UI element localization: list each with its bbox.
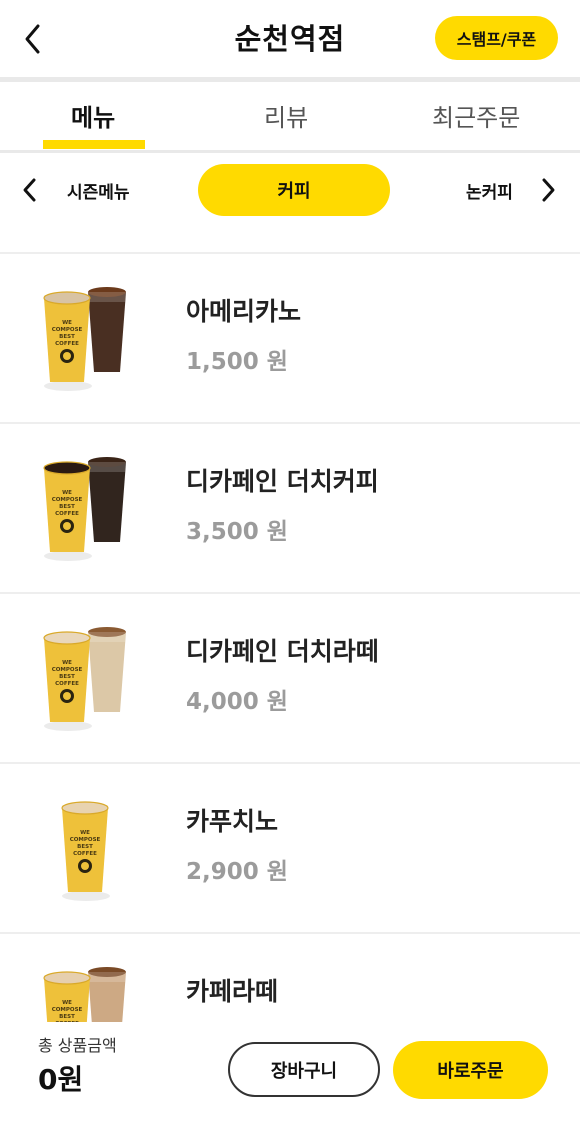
total-amount-label: 총 상품금액: [38, 1036, 117, 1055]
menu-item[interactable]: WE COMPOSE BEST COFFEE 디카페인 더치라떼 4,000 원: [0, 594, 580, 764]
svg-text:COFFEE: COFFEE: [55, 681, 79, 687]
cart-button[interactable]: 장바구니: [228, 1042, 380, 1097]
svg-text:WE: WE: [62, 1000, 72, 1006]
category-season-menu[interactable]: 시즌메뉴: [67, 178, 130, 203]
svg-text:BEST: BEST: [59, 334, 75, 340]
menu-item-name: 카페라떼: [186, 977, 279, 1006]
svg-text:COMPOSE: COMPOSE: [52, 497, 83, 503]
tab-recent-orders[interactable]: 최근주문: [432, 98, 520, 133]
coffee-cup-icon: WECOMPOSEBESTCOFFEE: [43, 457, 126, 561]
order-bar: 총 상품금액 0원 장바구니 바로주문: [0, 1022, 580, 1126]
menu-item-price: 2,900 원: [186, 859, 288, 885]
svg-text:WE: WE: [62, 490, 72, 496]
active-tab-indicator: [43, 140, 145, 149]
svg-text:WE: WE: [80, 830, 90, 836]
menu-item-name: 디카페인 더치라떼: [186, 637, 379, 666]
svg-text:WE: WE: [62, 320, 72, 326]
stamp-coupon-button[interactable]: 스탬프/쿠폰: [435, 16, 558, 60]
svg-text:COMPOSE: COMPOSE: [52, 327, 83, 333]
svg-text:COMPOSE: COMPOSE: [70, 837, 101, 843]
menu-item[interactable]: WE COMPOSE BEST COFFEE 카푸치노 2,900 원: [0, 764, 580, 934]
order-now-button[interactable]: 바로주문: [393, 1041, 548, 1099]
menu-item-image: WECOMPOSEBESTCOFFEE: [26, 444, 158, 572]
category-non-coffee[interactable]: 논커피: [466, 178, 513, 203]
menu-item-price: 4,000 원: [186, 689, 288, 715]
menu-item-price: 3,500 원: [186, 519, 288, 545]
chevron-right-icon: [542, 178, 555, 202]
svg-text:COMPOSE: COMPOSE: [52, 667, 83, 673]
category-next-button[interactable]: [538, 177, 558, 203]
svg-text:BEST: BEST: [59, 674, 75, 680]
menu-item-image: WECOMPOSEBESTCOFFEE: [26, 784, 158, 912]
tab-review[interactable]: 리뷰: [264, 98, 308, 133]
menu-item[interactable]: WE COMPOSE BEST COFFEE 디카페인 더치커피 3,500 원: [0, 424, 580, 594]
svg-text:BEST: BEST: [59, 504, 75, 510]
coffee-cup-icon: WECOMPOSEBESTCOFFEE: [43, 287, 126, 391]
coffee-cup-icon: WECOMPOSEBESTCOFFEE: [61, 801, 110, 901]
svg-text:COFFEE: COFFEE: [73, 851, 97, 857]
category-prev-button[interactable]: [20, 177, 40, 203]
menu-item-name: 아메리카노: [186, 297, 302, 326]
svg-text:BEST: BEST: [59, 1014, 75, 1020]
svg-text:BEST: BEST: [77, 844, 93, 850]
svg-text:COFFEE: COFFEE: [55, 341, 79, 347]
svg-text:COFFEE: COFFEE: [55, 511, 79, 517]
menu-item[interactable]: WE COMPOSE BEST COFFEE 아메리카노 1,500 원: [0, 254, 580, 424]
coffee-cup-icon: WECOMPOSEBESTCOFFEE: [43, 627, 126, 731]
svg-text:COMPOSE: COMPOSE: [52, 1007, 83, 1013]
chevron-left-icon: [23, 178, 36, 202]
category-selector: 시즌메뉴 커피 논커피: [0, 153, 580, 228]
menu-item-image: WECOMPOSEBESTCOFFEE: [26, 614, 158, 742]
top-bar: 순천역점 스탬프/쿠폰: [0, 0, 580, 78]
menu-item-name: 카푸치노: [186, 807, 279, 836]
menu-item-name: 디카페인 더치커피: [186, 467, 379, 496]
total-amount-value: 0원: [38, 1063, 84, 1096]
menu-item-image: WECOMPOSEBESTCOFFEE: [26, 274, 158, 402]
tab-menu[interactable]: 메뉴: [71, 98, 115, 133]
menu-item-price: 1,500 원: [186, 349, 288, 375]
category-coffee[interactable]: 커피: [198, 164, 390, 216]
svg-text:WE: WE: [62, 660, 72, 666]
